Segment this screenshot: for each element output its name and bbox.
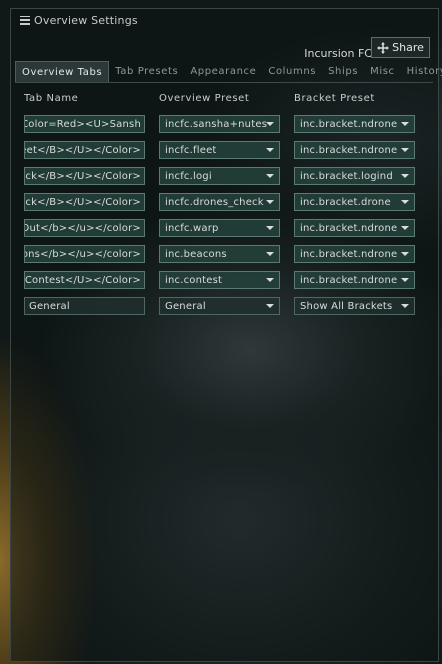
bracket-preset-select[interactable]: inc.bracket.ndrone	[294, 271, 415, 289]
tab-name-input[interactable]: <Color=Red><U>Sansh	[24, 115, 145, 133]
overview-preset-select[interactable]: incfc.warp	[159, 219, 280, 237]
bracket-preset-select[interactable]: inc.bracket.ndrone	[294, 245, 415, 263]
chevron-down-icon	[401, 148, 409, 152]
bracket-preset-select[interactable]: inc.bracket.ndrone	[294, 115, 415, 133]
header-tab-name: Tab Name	[24, 93, 79, 104]
share-button[interactable]: Share	[371, 37, 430, 58]
tab-row: >Fleet</B></U></Color> incfc.fleet inc.b…	[11, 141, 438, 167]
window-title: Overview Settings	[34, 13, 138, 27]
tab-row: <Color=Red><U>Sansh incfc.sansha+nutes i…	[11, 115, 438, 141]
tab-name-input[interactable]: n-Out</b></u></color>	[24, 219, 145, 237]
bracket-preset-value: inc.bracket.ndrone	[300, 222, 398, 234]
overview-preset-value: incfc.fleet	[165, 144, 217, 156]
header-overview-preset: Overview Preset	[159, 93, 250, 104]
title-bar[interactable]: Overview Settings	[11, 9, 438, 31]
overview-preset-select[interactable]: inc.contest	[159, 271, 280, 289]
overview-preset-value: incfc.warp	[165, 222, 219, 234]
bracket-preset-select[interactable]: inc.bracket.ndrone	[294, 219, 415, 237]
tab-columns[interactable]: Columns	[262, 61, 322, 82]
bracket-preset-value: inc.bracket.logind	[300, 170, 393, 182]
overview-preset-select[interactable]: incfc.drones_check	[159, 193, 280, 211]
chevron-down-icon	[266, 200, 274, 204]
chevron-down-icon	[401, 122, 409, 126]
chevron-down-icon	[266, 174, 274, 178]
overview-settings-window: Overview Settings Incursion FC Share Ove…	[10, 8, 442, 662]
tab-name-input[interactable]: General	[24, 297, 145, 315]
tab-row: Check</B></U></Color> incfc.logi inc.bra…	[11, 167, 438, 193]
overview-preset-select[interactable]: inc.beacons	[159, 245, 280, 263]
chevron-down-icon	[401, 252, 409, 256]
bracket-preset-value: inc.bracket.ndrone	[300, 144, 398, 156]
overview-preset-value: General	[165, 300, 206, 312]
bracket-preset-select[interactable]: inc.bracket.drone	[294, 193, 415, 211]
tab-bar: Overview Tabs Tab Presets Appearance Col…	[15, 61, 442, 83]
tab-row: eacons</b></u></color> inc.beacons inc.b…	[11, 245, 438, 271]
tab-row: General General Show All Brackets	[11, 297, 438, 323]
tab-name-input[interactable]: Check</B></U></Color>	[24, 193, 145, 211]
tab-row: n-Out</b></u></color> incfc.warp inc.bra…	[11, 219, 438, 245]
chevron-down-icon	[266, 304, 274, 308]
tab-row: Check</B></U></Color> incfc.drones_check…	[11, 193, 438, 219]
chevron-down-icon	[266, 122, 274, 126]
overview-preset-value: inc.contest	[165, 274, 223, 286]
bracket-preset-value: inc.bracket.ndrone	[300, 248, 398, 260]
header-bracket-preset: Bracket Preset	[294, 93, 375, 104]
bracket-preset-select[interactable]: Show All Brackets	[294, 297, 415, 315]
chevron-down-icon	[266, 278, 274, 282]
bracket-preset-value: inc.bracket.ndrone	[300, 118, 398, 130]
bracket-preset-value: inc.bracket.ndrone	[300, 274, 398, 286]
overview-preset-select[interactable]: incfc.fleet	[159, 141, 280, 159]
bracket-preset-select[interactable]: inc.bracket.ndrone	[294, 141, 415, 159]
tab-row: U>Contest</U></Color> inc.contest inc.br…	[11, 271, 438, 297]
column-headers: Tab Name Overview Preset Bracket Preset	[11, 93, 438, 107]
overview-preset-value: incfc.drones_check	[165, 196, 264, 208]
tab-appearance[interactable]: Appearance	[184, 61, 262, 82]
chevron-down-icon	[401, 278, 409, 282]
chevron-down-icon	[401, 304, 409, 308]
overview-preset-value: inc.beacons	[165, 248, 227, 260]
tab-history[interactable]: History	[401, 61, 442, 82]
tab-name-input[interactable]: >Fleet</B></U></Color>	[24, 141, 145, 159]
chevron-down-icon	[266, 252, 274, 256]
tab-name-input[interactable]: U>Contest</U></Color>	[24, 271, 145, 289]
tab-misc[interactable]: Misc	[364, 61, 401, 82]
fleet-name: Incursion FC	[304, 47, 372, 60]
bracket-preset-value: Show All Brackets	[300, 300, 393, 312]
overview-preset-select[interactable]: General	[159, 297, 280, 315]
overview-preset-select[interactable]: incfc.logi	[159, 167, 280, 185]
tab-overview-tabs[interactable]: Overview Tabs	[15, 61, 110, 82]
chevron-down-icon	[401, 174, 409, 178]
tab-rows: <Color=Red><U>Sansh incfc.sansha+nutes i…	[11, 115, 438, 323]
tab-ships[interactable]: Ships	[322, 61, 364, 82]
overview-preset-value: incfc.logi	[165, 170, 212, 182]
chevron-down-icon	[401, 200, 409, 204]
move-arrows-icon	[377, 41, 390, 54]
chevron-down-icon	[401, 226, 409, 230]
tab-name-input[interactable]: eacons</b></u></color>	[24, 245, 145, 263]
menu-icon[interactable]	[20, 15, 30, 25]
bracket-preset-select[interactable]: inc.bracket.logind	[294, 167, 415, 185]
tab-name-input[interactable]: Check</B></U></Color>	[24, 167, 145, 185]
overview-preset-value: incfc.sansha+nutes	[165, 118, 268, 130]
tab-tab-presets[interactable]: Tab Presets	[109, 61, 184, 82]
share-label: Share	[392, 41, 424, 54]
header-bar: Incursion FC Share	[11, 37, 438, 63]
bracket-preset-value: inc.bracket.drone	[300, 196, 391, 208]
chevron-down-icon	[266, 148, 274, 152]
overview-preset-select[interactable]: incfc.sansha+nutes	[159, 115, 280, 133]
chevron-down-icon	[266, 226, 274, 230]
